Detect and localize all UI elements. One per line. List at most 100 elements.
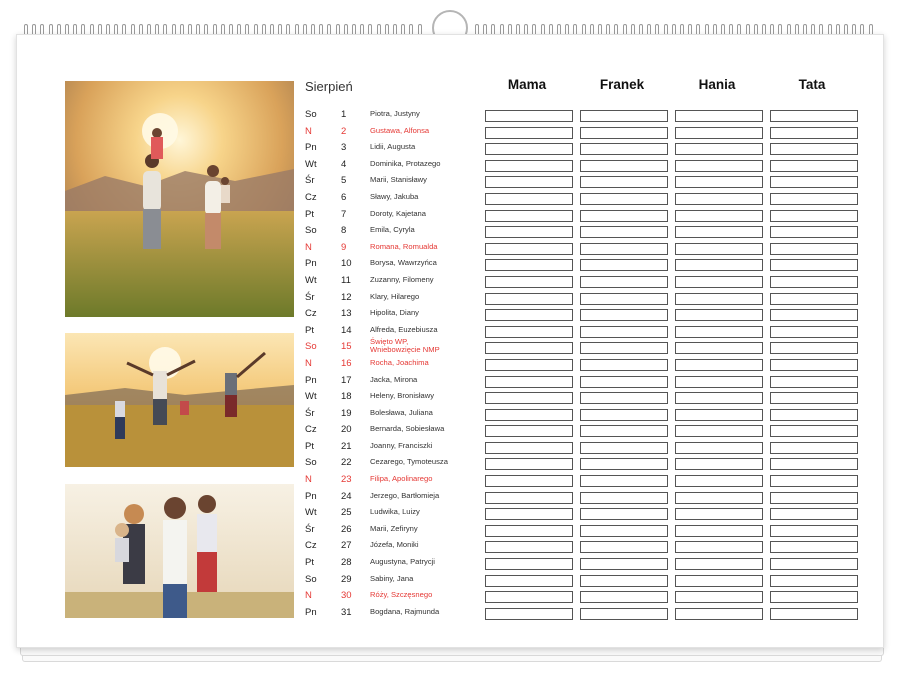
entry-box-franek[interactable] [580,508,668,521]
entry-box-franek[interactable] [580,226,668,239]
entry-box-franek[interactable] [580,541,668,554]
entry-box-mama[interactable] [485,392,573,405]
entry-box-hania[interactable] [675,524,763,537]
entry-box-tata[interactable] [770,242,858,255]
entry-box-tata[interactable] [770,342,858,355]
entry-box-tata[interactable] [770,192,858,205]
entry-box-tata[interactable] [770,541,858,554]
entry-box-franek[interactable] [580,524,668,537]
entry-box-hania[interactable] [675,441,763,454]
entry-box-hania[interactable] [675,159,763,172]
entry-box-hania[interactable] [675,242,763,255]
entry-box-hania[interactable] [675,275,763,288]
entry-box-franek[interactable] [580,309,668,322]
entry-box-franek[interactable] [580,259,668,272]
entry-box-tata[interactable] [770,607,858,620]
entry-box-hania[interactable] [675,574,763,587]
entry-box-tata[interactable] [770,259,858,272]
entry-box-mama[interactable] [485,375,573,388]
entry-box-franek[interactable] [580,375,668,388]
entry-box-mama[interactable] [485,209,573,222]
entry-box-franek[interactable] [580,558,668,571]
entry-box-tata[interactable] [770,209,858,222]
entry-box-franek[interactable] [580,425,668,438]
entry-box-mama[interactable] [485,226,573,239]
entry-box-franek[interactable] [580,192,668,205]
entry-box-mama[interactable] [485,558,573,571]
entry-box-hania[interactable] [675,358,763,371]
entry-box-hania[interactable] [675,342,763,355]
entry-box-mama[interactable] [485,110,573,122]
entry-box-mama[interactable] [485,524,573,537]
entry-box-hania[interactable] [675,292,763,305]
entry-box-tata[interactable] [770,458,858,471]
entry-box-mama[interactable] [485,475,573,488]
entry-box-mama[interactable] [485,292,573,305]
entry-box-tata[interactable] [770,375,858,388]
entry-box-tata[interactable] [770,159,858,172]
entry-box-mama[interactable] [485,309,573,322]
entry-box-tata[interactable] [770,292,858,305]
entry-box-hania[interactable] [675,392,763,405]
entry-box-franek[interactable] [580,325,668,338]
entry-box-tata[interactable] [770,591,858,604]
entry-box-mama[interactable] [485,441,573,454]
entry-box-franek[interactable] [580,159,668,172]
entry-box-hania[interactable] [675,309,763,322]
entry-box-hania[interactable] [675,425,763,438]
entry-box-tata[interactable] [770,425,858,438]
entry-box-mama[interactable] [485,259,573,272]
entry-box-hania[interactable] [675,558,763,571]
entry-box-franek[interactable] [580,176,668,189]
entry-box-mama[interactable] [485,176,573,189]
entry-box-tata[interactable] [770,475,858,488]
entry-box-mama[interactable] [485,591,573,604]
entry-box-franek[interactable] [580,591,668,604]
entry-box-franek[interactable] [580,458,668,471]
entry-box-hania[interactable] [675,192,763,205]
entry-box-mama[interactable] [485,126,573,139]
entry-box-franek[interactable] [580,491,668,504]
entry-box-tata[interactable] [770,226,858,239]
entry-box-mama[interactable] [485,408,573,421]
entry-box-tata[interactable] [770,524,858,537]
entry-box-hania[interactable] [675,475,763,488]
entry-box-tata[interactable] [770,574,858,587]
entry-box-franek[interactable] [580,143,668,156]
entry-box-franek[interactable] [580,342,668,355]
entry-box-hania[interactable] [675,325,763,338]
entry-box-hania[interactable] [675,408,763,421]
entry-box-tata[interactable] [770,309,858,322]
entry-box-franek[interactable] [580,242,668,255]
entry-box-tata[interactable] [770,143,858,156]
entry-box-mama[interactable] [485,491,573,504]
entry-box-franek[interactable] [580,607,668,620]
entry-box-mama[interactable] [485,607,573,620]
entry-box-hania[interactable] [675,607,763,620]
entry-box-tata[interactable] [770,408,858,421]
entry-box-tata[interactable] [770,441,858,454]
entry-box-hania[interactable] [675,110,763,122]
entry-box-hania[interactable] [675,508,763,521]
entry-box-mama[interactable] [485,541,573,554]
entry-box-mama[interactable] [485,143,573,156]
entry-box-hania[interactable] [675,458,763,471]
entry-box-franek[interactable] [580,209,668,222]
entry-box-tata[interactable] [770,358,858,371]
entry-box-hania[interactable] [675,491,763,504]
entry-box-hania[interactable] [675,143,763,156]
entry-box-mama[interactable] [485,508,573,521]
entry-box-franek[interactable] [580,392,668,405]
entry-box-franek[interactable] [580,126,668,139]
entry-box-tata[interactable] [770,275,858,288]
entry-box-mama[interactable] [485,574,573,587]
entry-box-mama[interactable] [485,358,573,371]
entry-box-mama[interactable] [485,242,573,255]
entry-box-tata[interactable] [770,325,858,338]
entry-box-hania[interactable] [675,375,763,388]
entry-box-franek[interactable] [580,275,668,288]
entry-box-mama[interactable] [485,342,573,355]
entry-box-tata[interactable] [770,110,858,122]
entry-box-hania[interactable] [675,259,763,272]
entry-box-mama[interactable] [485,275,573,288]
